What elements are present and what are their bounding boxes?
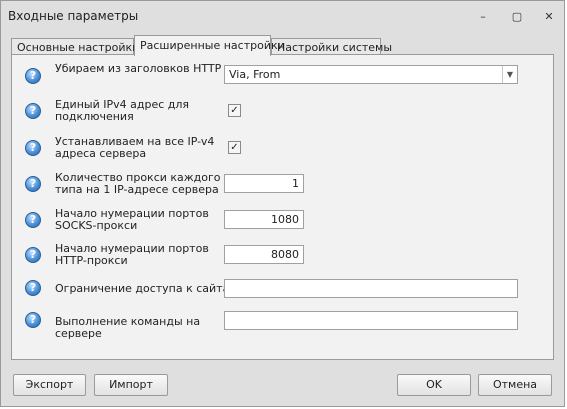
import-button[interactable]: Импорт: [94, 374, 168, 396]
help-icon[interactable]: ?: [25, 103, 41, 119]
help-icon[interactable]: ?: [25, 68, 41, 84]
param-label: Ограничение доступа к сайтам: [55, 282, 238, 295]
help-icon[interactable]: ?: [25, 212, 41, 228]
help-icon[interactable]: ?: [25, 140, 41, 156]
help-icon[interactable]: ?: [25, 312, 41, 328]
single-ipv4-checkbox[interactable]: ✓: [228, 104, 241, 117]
strip-headers-combo[interactable]: Via, From ▼: [224, 65, 518, 84]
dialog-window: Входные параметры – ▢ ✕ Основные настрой…: [0, 0, 565, 407]
socks-port-input[interactable]: 1080: [224, 210, 304, 229]
param-label: Начало нумерации портов HTTP-прокси: [55, 242, 209, 267]
window-title: Входные параметры: [8, 9, 139, 23]
help-icon[interactable]: ?: [25, 247, 41, 263]
param-label: Единый IPv4 адрес для подключения: [55, 98, 190, 123]
param-label: Количество прокси каждого типа на 1 IP-а…: [55, 171, 221, 196]
tab-basic-settings[interactable]: Основные настройки: [11, 38, 139, 55]
restore-icon[interactable]: ▢: [509, 10, 525, 24]
tab-system-settings[interactable]: Настройки системы: [271, 38, 392, 55]
export-button[interactable]: Экспорт: [13, 374, 86, 396]
help-icon[interactable]: ?: [25, 176, 41, 192]
all-ipv4-checkbox[interactable]: ✓: [228, 141, 241, 154]
chevron-down-icon[interactable]: ▼: [502, 66, 517, 83]
proxy-count-input[interactable]: 1: [224, 174, 304, 193]
site-access-input[interactable]: [224, 279, 518, 298]
param-label: Убираем из заголовков HTTP: [55, 62, 222, 75]
cancel-button[interactable]: Отмена: [478, 374, 552, 396]
http-port-input[interactable]: 8080: [224, 245, 304, 264]
minimize-icon[interactable]: –: [475, 10, 491, 24]
tab-advanced-settings[interactable]: Расширенные настройки: [134, 35, 285, 56]
advanced-settings-panel: ? Убираем из заголовков HTTP Via, From ▼…: [11, 54, 554, 360]
param-label: Выполнение команды на сервере: [55, 315, 201, 340]
title-bar: Входные параметры – ▢ ✕: [1, 1, 564, 31]
param-label: Начало нумерации портов SOCKS-прокси: [55, 207, 209, 232]
close-icon[interactable]: ✕: [541, 10, 557, 24]
server-command-input[interactable]: [224, 311, 518, 330]
help-icon[interactable]: ?: [25, 280, 41, 296]
strip-headers-value: Via, From: [229, 68, 281, 81]
param-label: Устанавливаем на все IP-v4 адреса сервер…: [55, 135, 215, 160]
ok-button[interactable]: OK: [397, 374, 471, 396]
